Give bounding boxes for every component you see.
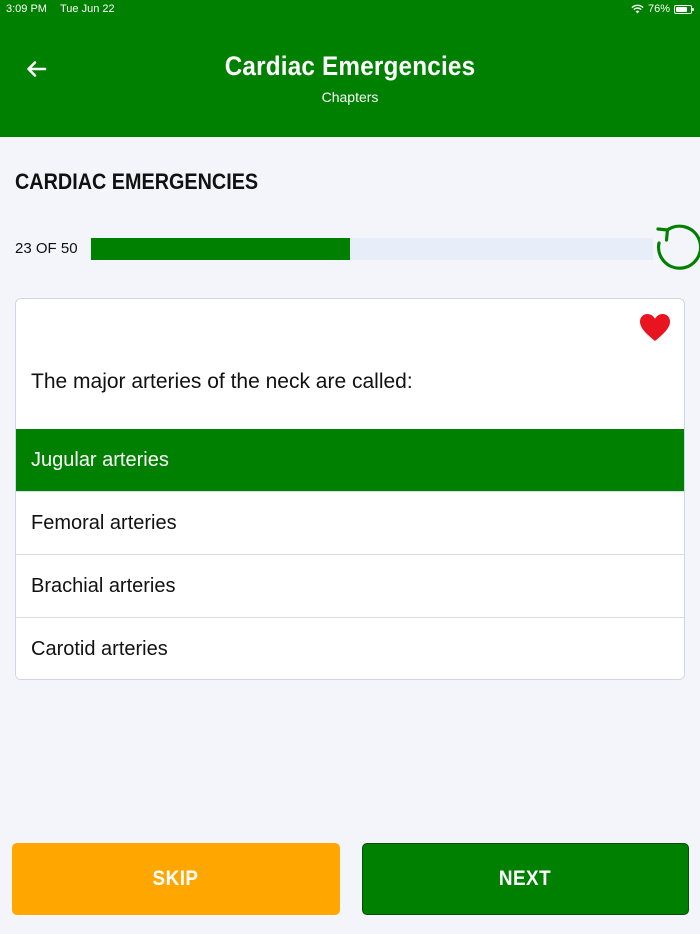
app-header: 3:09 PM Tue Jun 22 76% Cardiac Emergenci… — [0, 0, 700, 137]
battery-icon — [674, 4, 694, 14]
answer-option[interactable]: Jugular arteries — [16, 429, 684, 491]
answer-option-label: Femoral arteries — [31, 511, 177, 534]
answer-option-label: Brachial arteries — [31, 574, 176, 597]
status-bar: 3:09 PM Tue Jun 22 76% — [0, 0, 700, 20]
skip-button-label: SKIP — [153, 867, 199, 890]
progress-bar — [91, 238, 653, 260]
page-title: Cardiac Emergencies — [224, 51, 476, 81]
answer-option[interactable]: Carotid arteries — [16, 617, 684, 679]
restart-button[interactable] — [653, 221, 700, 271]
next-button[interactable]: NEXT — [362, 843, 689, 915]
status-date: Tue Jun 22 — [60, 3, 115, 15]
page-subtitle: Chapters — [321, 89, 379, 105]
question-text: The major arteries of the neck are calle… — [31, 370, 413, 393]
favorite-button[interactable] — [639, 313, 671, 343]
answer-option[interactable]: Femoral arteries — [16, 491, 684, 554]
progress-label: 23 OF 50 — [15, 240, 78, 257]
answer-option-label: Jugular arteries — [31, 448, 169, 471]
answer-options: Jugular arteries Femoral arteries Brachi… — [16, 429, 684, 679]
progress-fill — [91, 238, 350, 260]
heart-icon — [640, 314, 670, 341]
skip-button[interactable]: SKIP — [12, 843, 340, 915]
chapter-title: CARDIAC EMERGENCIES — [15, 169, 259, 194]
wifi-icon — [631, 4, 644, 14]
restart-icon — [656, 224, 700, 270]
question-card: The major arteries of the neck are calle… — [15, 298, 685, 680]
next-button-label: NEXT — [499, 867, 552, 890]
status-time: 3:09 PM — [6, 3, 47, 15]
answer-option[interactable]: Brachial arteries — [16, 554, 684, 617]
answer-option-label: Carotid arteries — [31, 637, 168, 660]
status-indicators: 76% — [631, 3, 694, 15]
battery-percent: 76% — [647, 3, 670, 15]
